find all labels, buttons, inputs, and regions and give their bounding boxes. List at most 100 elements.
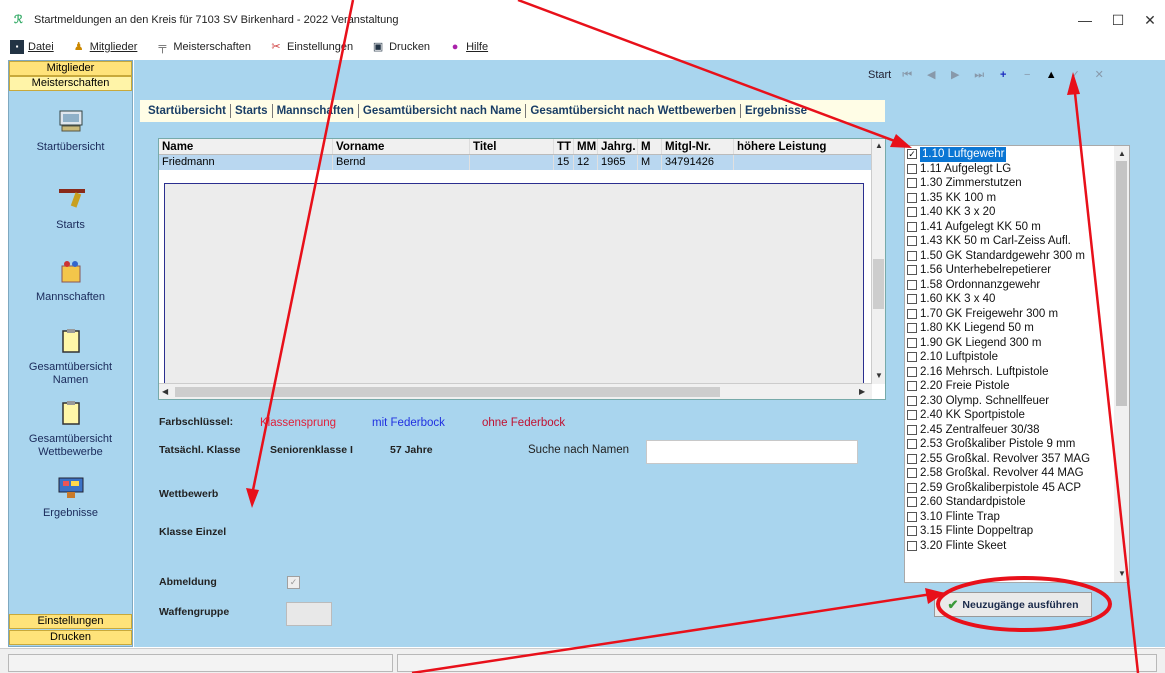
tab-startuebersicht[interactable]: Startübersicht — [144, 104, 231, 118]
competition-item[interactable]: 1.56 Unterhebelrepetierer — [907, 263, 1115, 278]
tab-starts[interactable]: Starts — [231, 104, 273, 118]
competition-checkbox[interactable] — [907, 236, 917, 247]
scroll-down-icon[interactable]: ▼ — [1118, 569, 1126, 578]
tab-ergebnisse[interactable]: Ergebnisse — [741, 104, 811, 118]
column-jahrgang[interactable]: Jahrg. — [598, 139, 638, 154]
scroll-right-icon[interactable]: ▶ — [859, 387, 865, 396]
competition-checkbox[interactable] — [907, 366, 917, 377]
sidebar-item-mannschaften[interactable]: Mannschaften — [9, 257, 132, 303]
abmeldung-checkbox[interactable]: ✓ — [287, 576, 300, 589]
competition-item[interactable]: 1.50 GK Standardgewehr 300 m — [907, 249, 1115, 264]
next-record-button[interactable]: ▶ — [943, 65, 967, 85]
minimize-button[interactable]: — — [1070, 10, 1100, 30]
competition-item[interactable]: 2.40 KK Sportpistole — [907, 408, 1115, 423]
competition-checkbox[interactable] — [907, 265, 917, 276]
competition-item[interactable]: 2.59 Großkaliberpistole 45 ACP — [907, 481, 1115, 496]
search-input[interactable] — [646, 440, 858, 464]
competition-item[interactable]: 1.11 Aufgelegt LG — [907, 162, 1115, 177]
edit-record-button[interactable]: ▲ — [1039, 65, 1063, 85]
competition-checkbox[interactable]: ✓ — [907, 149, 917, 160]
competition-checkbox[interactable] — [907, 482, 917, 493]
competition-item[interactable]: 3.15 Flinte Doppeltrap — [907, 524, 1115, 539]
competition-checkbox[interactable] — [907, 207, 917, 218]
competition-checkbox[interactable] — [907, 526, 917, 537]
sidebar-header-drucken[interactable]: Drucken — [9, 630, 132, 645]
competition-checkbox[interactable] — [907, 395, 917, 406]
competition-item[interactable]: 1.60 KK 3 x 40 — [907, 292, 1115, 307]
competition-checkbox[interactable] — [907, 540, 917, 551]
competition-item[interactable]: 2.45 Zentralfeuer 30/38 — [907, 423, 1115, 438]
table-row[interactable]: Friedmann Bernd 15 12 1965 M 34791426 — [159, 155, 885, 170]
tab-gesamt-wettbewerbe[interactable]: Gesamtübersicht nach Wettbewerben — [526, 104, 741, 118]
competition-item[interactable]: 1.70 GK Freigewehr 300 m — [907, 307, 1115, 322]
competition-item[interactable]: 2.58 Großkal. Revolver 44 MAG — [907, 466, 1115, 481]
competition-checkbox[interactable] — [907, 250, 917, 261]
column-vorname[interactable]: Vorname — [333, 139, 470, 154]
column-tt[interactable]: TT — [554, 139, 574, 154]
competition-scroll-thumb[interactable] — [1116, 161, 1127, 406]
competition-checkbox[interactable] — [907, 178, 917, 189]
menu-drucken[interactable]: ▣ Drucken — [371, 40, 430, 54]
competition-checkbox[interactable] — [907, 337, 917, 348]
add-record-button[interactable]: + — [991, 65, 1015, 85]
scroll-up-icon[interactable]: ▲ — [1118, 149, 1126, 158]
sidebar-item-startuebersicht[interactable]: Startübersicht — [9, 107, 132, 153]
competition-checkbox[interactable] — [907, 453, 917, 464]
waffengruppe-field[interactable] — [286, 602, 332, 626]
competition-checkbox[interactable] — [907, 497, 917, 508]
competition-checkbox[interactable] — [907, 308, 917, 319]
competition-item[interactable]: 2.10 Luftpistole — [907, 350, 1115, 365]
competition-item[interactable]: 1.58 Ordonnanzgewehr — [907, 278, 1115, 293]
competition-checkbox[interactable] — [907, 468, 917, 479]
column-name[interactable]: Name — [159, 139, 333, 154]
competition-item[interactable]: 1.80 KK Liegend 50 m — [907, 321, 1115, 336]
competition-checkbox[interactable] — [907, 323, 917, 334]
competition-checkbox[interactable] — [907, 221, 917, 232]
last-record-button[interactable]: ⏭ — [967, 65, 991, 85]
column-m[interactable]: M — [638, 139, 662, 154]
competition-item[interactable]: 2.30 Olymp. Schnellfeuer — [907, 394, 1115, 409]
cancel-record-button[interactable]: ✕ — [1087, 65, 1111, 85]
sidebar-item-gesamt-wettbewerbe[interactable]: Gesamtübersicht Wettbewerbe — [9, 399, 132, 459]
competition-checkbox[interactable] — [907, 352, 917, 363]
column-titel[interactable]: Titel — [470, 139, 554, 154]
competition-item[interactable]: 1.35 KK 100 m — [907, 191, 1115, 206]
competition-list[interactable]: ✓ 1.10 Luftgewehr 1.11 Aufgelegt LG 1.30 Zi… — [904, 145, 1130, 583]
column-hoehere-leistung[interactable]: höhere Leistung — [734, 139, 872, 154]
grid-horizontal-scrollbar[interactable]: ◀ ▶ — [159, 383, 872, 399]
prev-record-button[interactable]: ◀ — [919, 65, 943, 85]
grid-vscroll-thumb[interactable] — [873, 259, 884, 309]
menu-datei[interactable]: ▪ Datei — [10, 40, 54, 54]
tab-mannschaften[interactable]: Mannschaften — [273, 104, 359, 118]
members-grid[interactable]: Name Vorname Titel TT MM Jahrg. M Mitgl-… — [158, 138, 886, 400]
sidebar-item-ergebnisse[interactable]: Ergebnisse — [9, 473, 132, 519]
competition-item[interactable]: 1.90 GK Liegend 300 m — [907, 336, 1115, 351]
competition-item[interactable]: 2.20 Freie Pistole — [907, 379, 1115, 394]
scroll-down-icon[interactable]: ▼ — [875, 371, 883, 380]
competition-item[interactable]: 1.43 KK 50 m Carl-Zeiss Aufl. — [907, 234, 1115, 249]
tab-gesamt-name[interactable]: Gesamtübersicht nach Name — [359, 104, 527, 118]
competition-item[interactable]: 3.20 Flinte Skeet — [907, 539, 1115, 554]
column-mitgl-nr[interactable]: Mitgl-Nr. — [662, 139, 734, 154]
grid-vertical-scrollbar[interactable]: ▲ ▼ — [871, 139, 885, 384]
menu-mitglieder[interactable]: ♟ Mitglieder — [72, 40, 138, 54]
competition-checkbox[interactable] — [907, 511, 917, 522]
competition-item[interactable]: ✓ 1.10 Luftgewehr — [907, 147, 1115, 162]
close-button[interactable]: ✕ — [1135, 10, 1165, 30]
menu-hilfe[interactable]: ● Hilfe — [448, 40, 488, 54]
competition-item[interactable]: 2.53 Großkaliber Pistole 9 mm — [907, 437, 1115, 452]
sidebar-header-mitglieder[interactable]: Mitglieder — [9, 61, 132, 76]
competition-checkbox[interactable] — [907, 294, 917, 305]
competition-item[interactable]: 2.16 Mehrsch. Luftpistole — [907, 365, 1115, 380]
menu-meisterschaften[interactable]: ╤ Meisterschaften — [155, 40, 251, 54]
first-record-button[interactable]: ⏮ — [895, 65, 919, 85]
competition-checkbox[interactable] — [907, 279, 917, 290]
competition-item[interactable]: 2.55 Großkal. Revolver 357 MAG — [907, 452, 1115, 467]
competition-checkbox[interactable] — [907, 381, 917, 392]
competition-checkbox[interactable] — [907, 424, 917, 435]
maximize-button[interactable]: ☐ — [1103, 10, 1133, 30]
sidebar-item-gesamt-namen[interactable]: Gesamtübersicht Namen — [9, 327, 132, 387]
menu-einstellungen[interactable]: ✂ Einstellungen — [269, 40, 353, 54]
grid-hscroll-thumb[interactable] — [175, 387, 720, 397]
sidebar-header-einstellungen[interactable]: Einstellungen — [9, 614, 132, 629]
